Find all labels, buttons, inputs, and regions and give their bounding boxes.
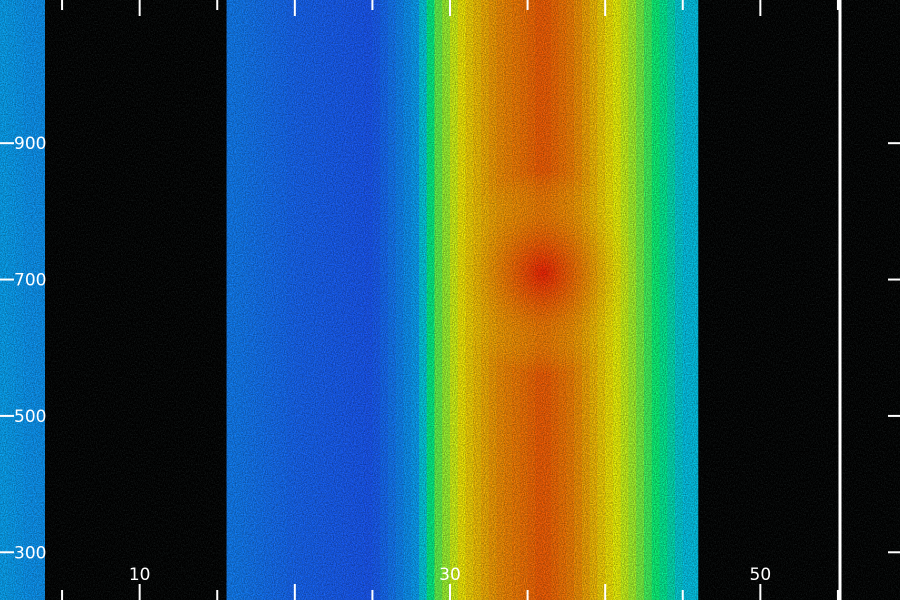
y-tick-label: 700	[14, 271, 46, 291]
y-tick-label: 300	[14, 543, 46, 563]
x-tick-label: 10	[129, 565, 151, 585]
x-tick-label: 30	[439, 565, 461, 585]
x-tick-label: 50	[750, 565, 772, 585]
y-tick-label: 500	[14, 407, 46, 427]
spectrogram-plot: 10 30 50 300 500 700 900	[0, 0, 900, 600]
noise-light	[0, 0, 900, 600]
heatmap-texture	[0, 0, 900, 600]
y-tick-label: 900	[14, 134, 46, 154]
